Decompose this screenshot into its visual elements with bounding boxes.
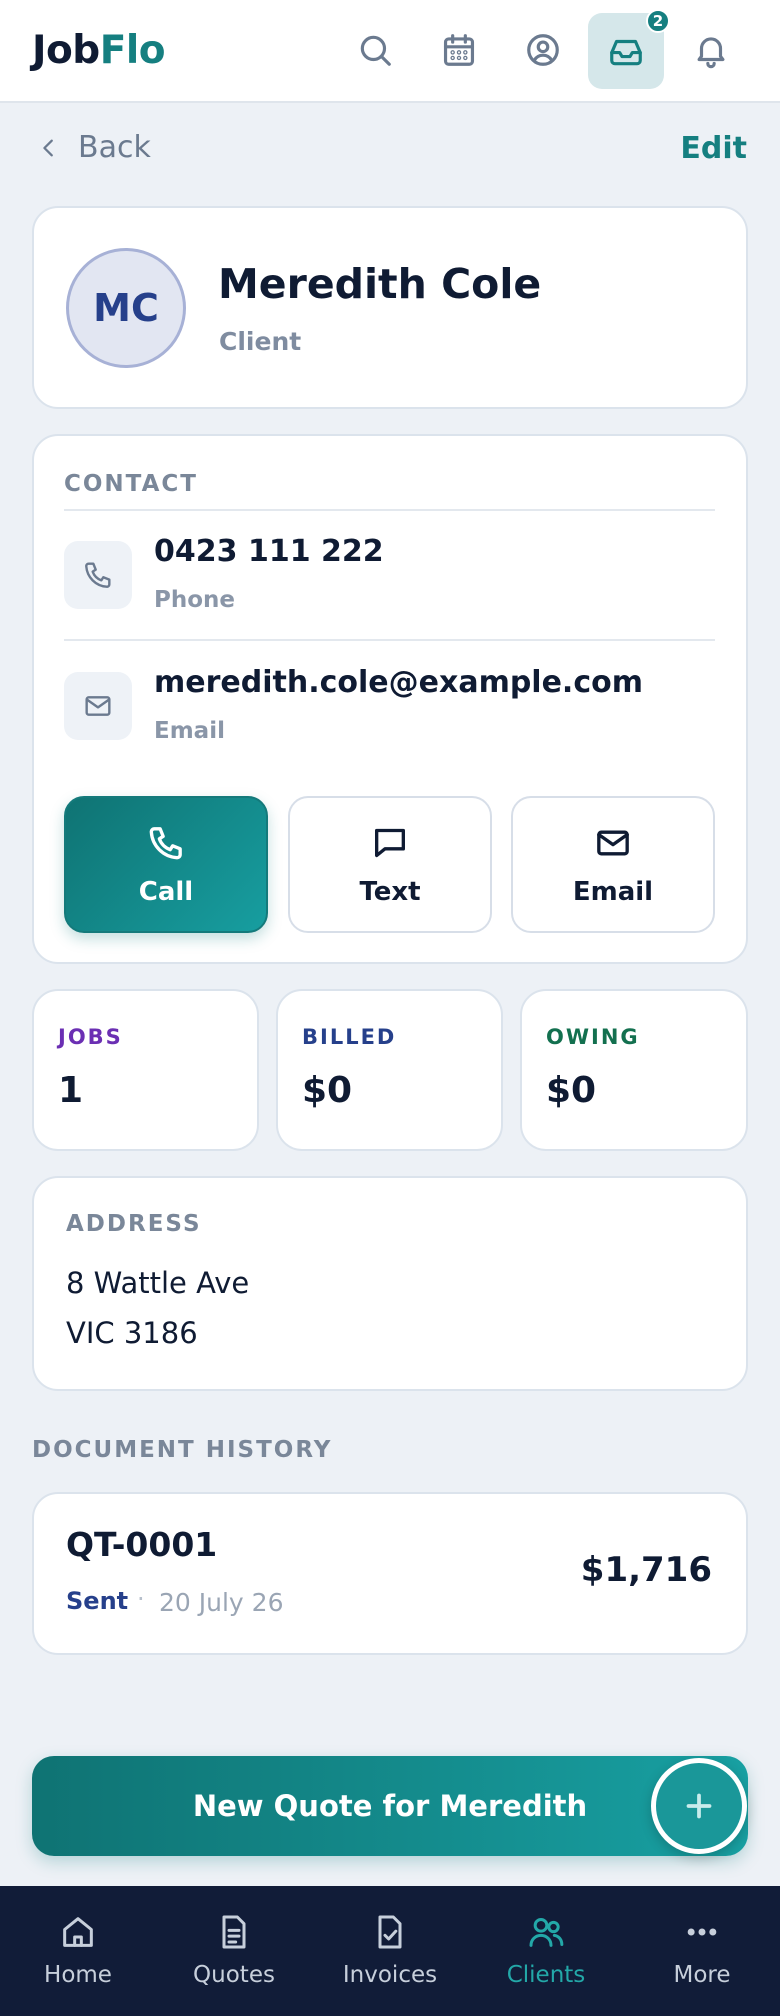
email-label: Email <box>154 718 225 744</box>
address-line-2: VIC 3186 <box>66 1316 198 1350</box>
stat-jobs-label: JOBS <box>58 1025 123 1049</box>
text-label: Text <box>359 876 421 907</box>
text-button[interactable]: Text <box>288 796 492 933</box>
stat-billed-value: $0 <box>302 1070 353 1111</box>
new-quote-button[interactable]: New Quote for Meredith <box>32 1756 748 1856</box>
phone-icon <box>149 826 182 859</box>
mail-icon <box>597 830 629 855</box>
edit-button[interactable]: Edit <box>680 131 747 166</box>
document-icon <box>222 1915 246 1949</box>
logo-part-flo: Flo <box>99 28 166 73</box>
phone-icon <box>64 541 132 609</box>
home-icon <box>63 1917 93 1947</box>
nav-item-invoices[interactable]: Invoices <box>312 1912 468 1988</box>
nav-invoices-label: Invoices <box>342 1962 438 1988</box>
stat-owing-value: $0 <box>546 1070 597 1111</box>
email-button[interactable]: Email <box>511 796 715 933</box>
stat-jobs-value: 1 <box>58 1070 84 1111</box>
divider <box>64 509 715 511</box>
search-icon[interactable] <box>345 20 405 80</box>
add-fab-button[interactable] <box>651 1758 747 1854</box>
back-button[interactable]: Back <box>38 130 151 165</box>
nav-item-quotes[interactable]: Quotes <box>156 1912 312 1988</box>
calendar-icon[interactable] <box>429 20 489 80</box>
email-button-label: Email <box>572 876 654 907</box>
users-icon <box>529 1918 564 1947</box>
document-amount: $1,716 <box>580 1550 712 1590</box>
client-name: Meredith Cole <box>218 260 542 308</box>
app-logo[interactable]: JobFlo <box>32 28 166 73</box>
client-role: Client <box>219 327 302 356</box>
address-section-label: ADDRESS <box>66 1211 202 1237</box>
nav-item-more[interactable]: More <box>624 1912 780 1988</box>
document-id: QT-0001 <box>66 1525 218 1564</box>
nav-quotes-label: Quotes <box>193 1962 275 1988</box>
document-status: Sent <box>66 1587 129 1615</box>
bell-icon[interactable] <box>681 20 741 80</box>
stat-owing-label: OWING <box>546 1025 640 1049</box>
chevron-left-icon <box>43 139 53 156</box>
phone-number[interactable]: 0423 111 222 <box>154 534 384 569</box>
nav-home-label: Home <box>44 1962 112 1988</box>
inbox-badge: 2 <box>646 9 670 33</box>
email-address[interactable]: meredith.cole@example.com <box>154 665 643 700</box>
nav-item-clients[interactable]: Clients <box>468 1912 624 1988</box>
more-dots-icon <box>687 1928 717 1936</box>
app-header: JobFlo 2 <box>0 0 780 103</box>
message-icon <box>375 828 405 857</box>
back-label: Back <box>78 130 151 165</box>
document-history-label: DOCUMENT HISTORY <box>32 1437 333 1463</box>
nav-more-label: More <box>673 1962 731 1988</box>
logo-part-job: Job <box>32 28 100 73</box>
call-button[interactable]: Call <box>64 796 268 933</box>
invoice-check-icon <box>378 1915 402 1949</box>
user-circle-icon[interactable] <box>513 20 573 80</box>
new-quote-label: New Quote for Meredith <box>192 1789 588 1823</box>
call-label: Call <box>138 876 194 907</box>
stat-billed-label: BILLED <box>302 1025 397 1049</box>
nav-clients-label: Clients <box>506 1962 586 1988</box>
document-date: 20 July 26 <box>159 1588 284 1617</box>
phone-label: Phone <box>154 587 236 613</box>
nav-item-home[interactable]: Home <box>0 1912 156 1988</box>
contact-section-label: CONTACT <box>64 471 198 497</box>
mail-icon <box>64 672 132 740</box>
avatar: MC <box>66 248 186 368</box>
divider <box>64 639 715 641</box>
plus-icon <box>686 1793 712 1819</box>
separator-dot: · <box>137 1585 145 1613</box>
address-line-1: 8 Wattle Ave <box>66 1266 250 1300</box>
